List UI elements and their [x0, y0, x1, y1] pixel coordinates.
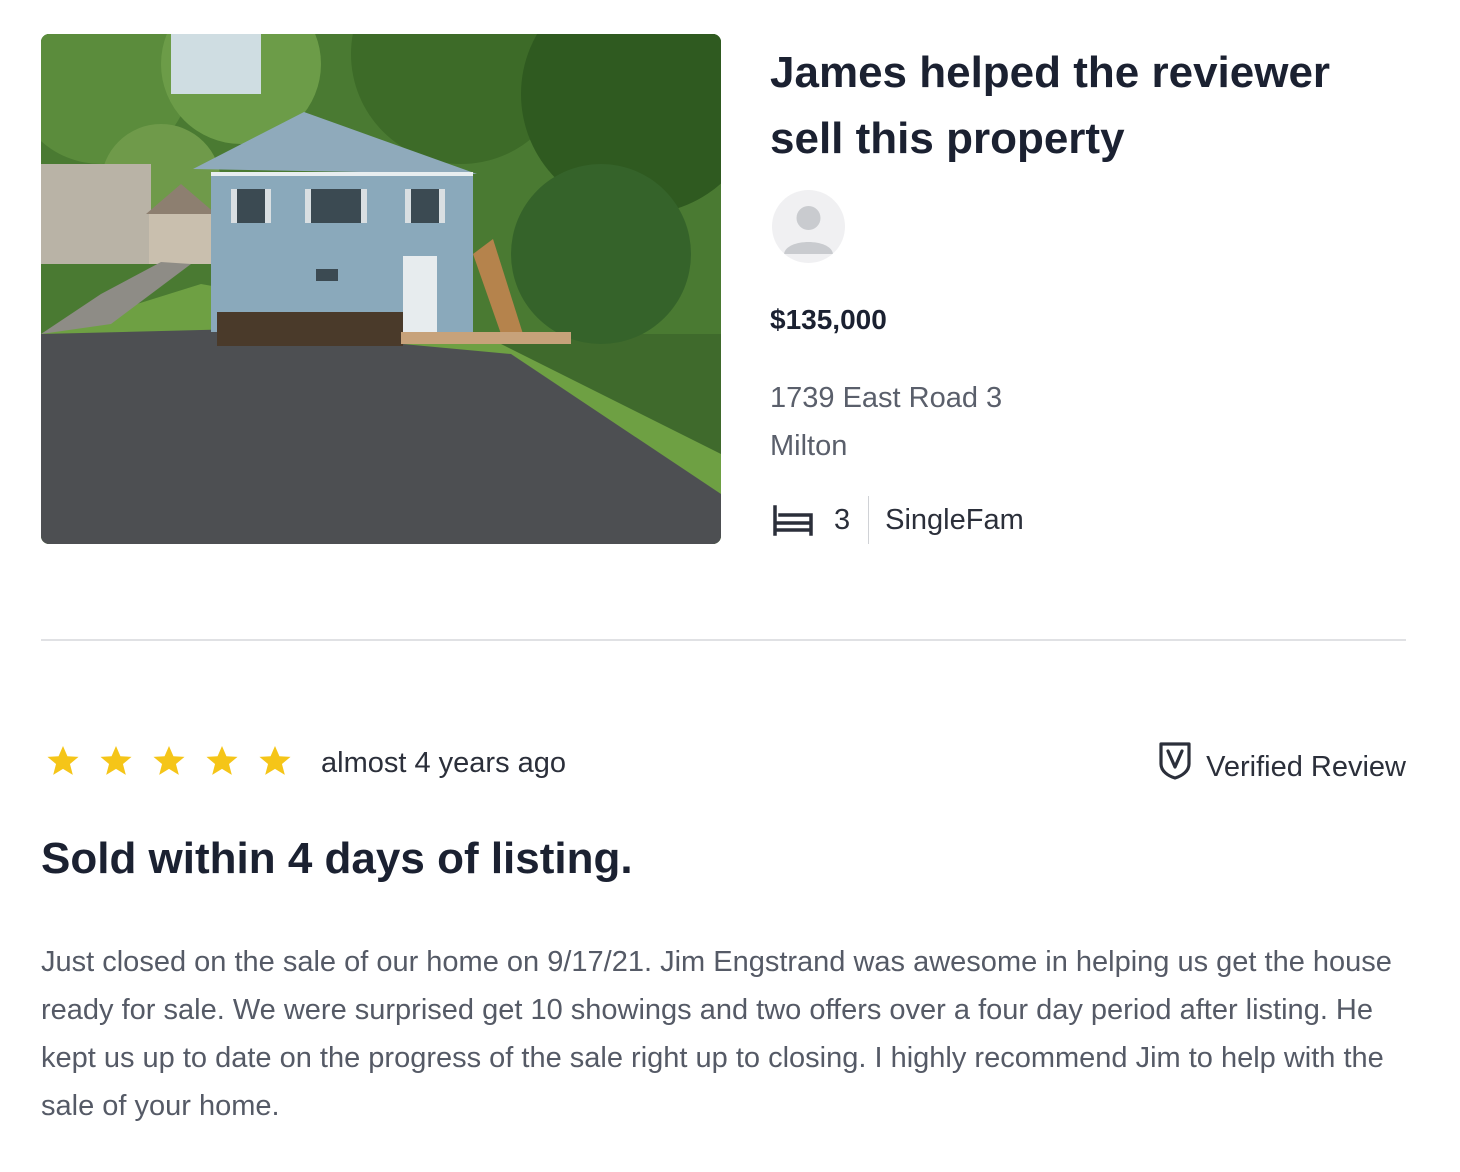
- section-divider: [41, 639, 1406, 641]
- star-icon: [47, 745, 79, 775]
- bedroom-count: 3: [834, 503, 851, 536]
- review-headline: James helped the reviewer sell this prop…: [770, 48, 1331, 163]
- review-age: almost 4 years ago: [321, 747, 567, 779]
- user-avatar-icon: [772, 190, 845, 263]
- address-line-1: 1739 East Road 3: [770, 382, 1003, 414]
- verified-review-label: Verified Review: [1206, 750, 1406, 783]
- review-body: Just closed on the sale of our home on 9…: [41, 946, 1392, 1122]
- shield-check-icon: [1158, 740, 1206, 793]
- sale-price: $135,000: [770, 304, 887, 335]
- star-icon: [206, 745, 238, 775]
- property-facts: 3 SingleFam: [772, 494, 1024, 546]
- review-title: Sold within 4 days of listing.: [41, 834, 633, 883]
- verified-review-badge: Verified Review: [1158, 740, 1406, 793]
- star-icon: [100, 745, 132, 775]
- star-rating: [44, 742, 294, 780]
- facts-divider: [868, 496, 870, 544]
- address-city: Milton: [770, 430, 848, 462]
- star-icon: [259, 745, 291, 775]
- star-icon: [153, 745, 185, 775]
- bed-icon: [772, 503, 814, 537]
- home-type: SingleFam: [885, 503, 1024, 536]
- property-address: 1739 East Road 3 Milton: [770, 374, 1002, 470]
- property-photo[interactable]: [41, 34, 721, 544]
